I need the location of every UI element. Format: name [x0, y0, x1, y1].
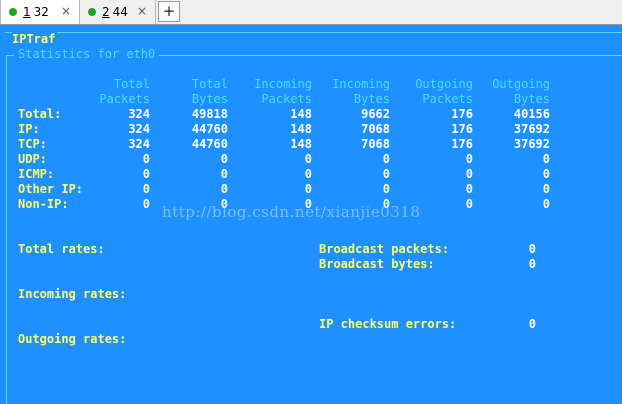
table-cell: 324 [128, 137, 150, 151]
table-cell: 0 [382, 182, 390, 196]
frame-title: Statistics for eth0 [14, 47, 160, 62]
table-cell: 0 [220, 167, 228, 181]
status-dot-icon [88, 8, 96, 16]
col-header-line1: Total [191, 77, 228, 91]
ip-checksum-errors-label: IP checksum errors: [319, 317, 457, 331]
col-header-line1: Incoming [332, 77, 390, 91]
col-header-line2: Bytes [191, 92, 228, 106]
col-header-line2: Packets [99, 92, 150, 106]
table-cell: 0 [382, 167, 390, 181]
terminal-window[interactable]: IPTraf Statistics for eth0 Total Packets… [0, 25, 622, 404]
table-cell: 324 [128, 122, 150, 136]
tab-bar: 1 32 × 2 44 × + [0, 0, 622, 25]
col-header-line1: Outgoing [415, 77, 473, 91]
col-header-line2: Packets [261, 92, 312, 106]
table-cell: 37692 [513, 137, 550, 151]
table-cell: 148 [290, 107, 312, 121]
table-cell: 324 [128, 107, 150, 121]
tab-session-2[interactable]: 2 44 × [80, 0, 156, 24]
close-icon[interactable]: × [61, 4, 71, 18]
table-cell: 0 [465, 152, 473, 166]
table-cell: 40156 [513, 107, 550, 121]
status-dot-icon [9, 8, 17, 16]
table-cell: 7068 [361, 122, 390, 136]
table-cell: 0 [220, 152, 228, 166]
table-cell: 0 [142, 182, 150, 196]
table-cell: 0 [142, 197, 150, 211]
broadcast-packets-label: Broadcast packets: [319, 242, 450, 256]
table-cell: 0 [304, 182, 312, 196]
total-rates-label: Total rates: [18, 242, 105, 256]
tab-label: 32 [33, 5, 49, 19]
table-cell: 176 [451, 107, 473, 121]
table-cell: 0 [465, 182, 473, 196]
row-label: Non-IP: [18, 197, 69, 211]
col-header-line1: Total [113, 77, 150, 91]
row-label: UDP: [18, 152, 47, 166]
broadcast-packets-value: 0 [528, 242, 536, 256]
tab-label: 44 [112, 5, 128, 19]
broadcast-bytes-value: 0 [528, 257, 536, 271]
table-cell: 176 [451, 122, 473, 136]
table-cell: 0 [142, 152, 150, 166]
table-cell: 0 [542, 197, 550, 211]
table-cell: 44760 [191, 122, 228, 136]
col-header-line1: Outgoing [492, 77, 550, 91]
title-rule [5, 32, 622, 33]
table-cell: 7068 [361, 137, 390, 151]
table-cell: 44760 [191, 137, 228, 151]
ip-checksum-errors-value: 0 [528, 317, 536, 331]
table-cell: 49818 [191, 107, 228, 121]
col-header-line1: Incoming [254, 77, 312, 91]
table-cell: 148 [290, 137, 312, 151]
col-header-line2: Bytes [513, 92, 550, 106]
row-label: Other IP: [18, 182, 84, 196]
table-cell: 0 [542, 182, 550, 196]
tab-number: 2 [102, 5, 110, 19]
table-cell: 9662 [361, 107, 390, 121]
close-icon[interactable]: × [137, 4, 147, 18]
table-cell: 0 [382, 152, 390, 166]
tab-session-1[interactable]: 1 32 × [0, 0, 80, 24]
broadcast-bytes-label: Broadcast bytes: [319, 257, 435, 271]
col-header-line2: Packets [422, 92, 473, 106]
table-cell: 37692 [513, 122, 550, 136]
tab-number: 1 [23, 5, 31, 19]
row-label: TCP: [18, 137, 47, 151]
watermark: http://blog.csdn.net/xianjie0318 [162, 203, 421, 221]
row-label: ICMP: [18, 167, 55, 181]
table-cell: 0 [142, 167, 150, 181]
row-label: IP: [18, 122, 40, 136]
table-cell: 176 [451, 137, 473, 151]
table-cell: 0 [542, 167, 550, 181]
add-tab-button[interactable]: + [158, 1, 180, 22]
app-title: IPTraf [12, 32, 58, 46]
table-cell: 0 [304, 152, 312, 166]
table-cell: 0 [304, 167, 312, 181]
incoming-rates-label: Incoming rates: [18, 287, 127, 301]
table-cell: 0 [220, 182, 228, 196]
row-label: Total: [18, 107, 62, 121]
col-header-line2: Bytes [353, 92, 390, 106]
outgoing-rates-label: Outgoing rates: [18, 332, 127, 346]
table-cell: 0 [542, 152, 550, 166]
table-cell: 148 [290, 122, 312, 136]
table-cell: 0 [465, 167, 473, 181]
